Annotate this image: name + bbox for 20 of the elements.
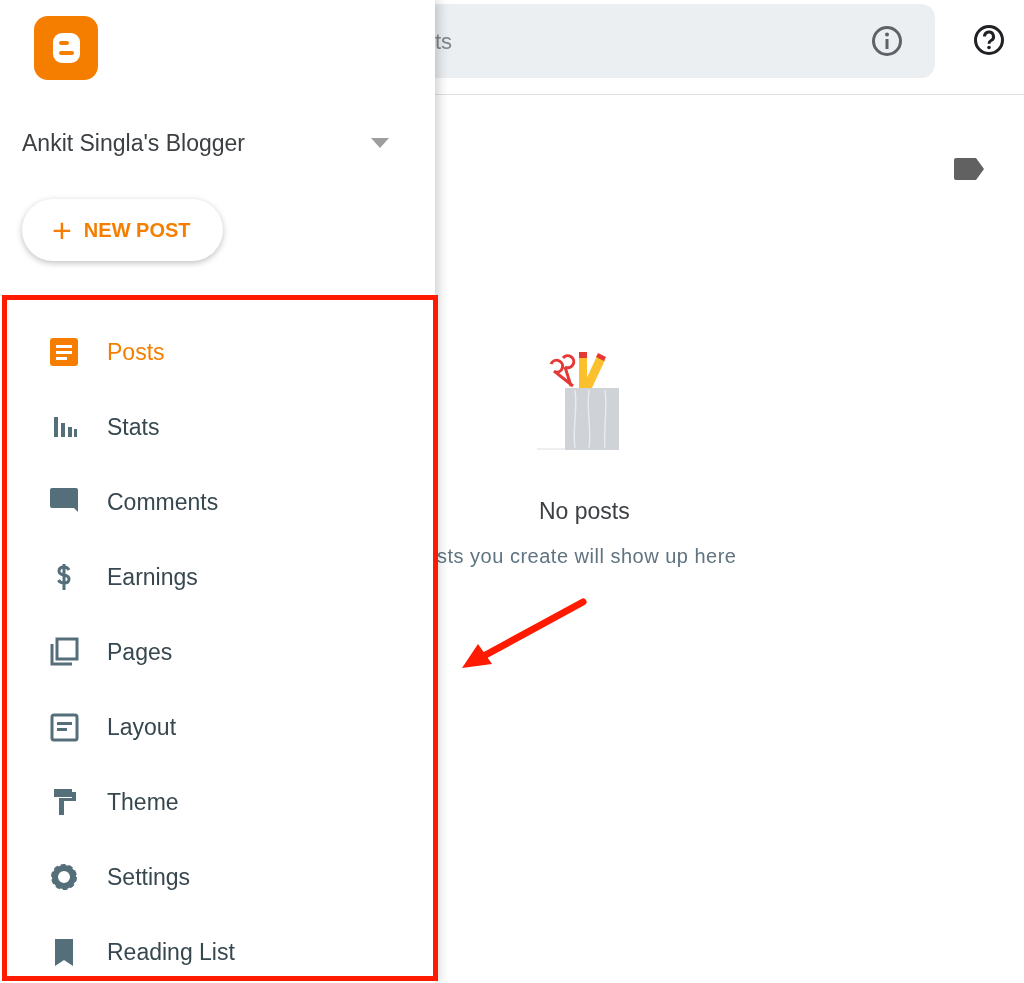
nav-item[interactable]: Earnings xyxy=(0,539,435,615)
stacked-pages-icon xyxy=(48,636,80,668)
empty-state-message: sts you create will show up here xyxy=(437,544,737,567)
empty-state-title: No posts xyxy=(539,498,630,524)
nav-item[interactable]: Reading List xyxy=(0,914,435,983)
layout-icon xyxy=(48,711,80,743)
label-icon[interactable] xyxy=(954,158,984,180)
nav-item[interactable]: Pages xyxy=(0,614,435,690)
blog-name: Ankit Singla's Blogger xyxy=(22,129,245,158)
info-icon[interactable] xyxy=(871,25,903,57)
nav-item[interactable]: Settings xyxy=(0,839,435,915)
document-icon xyxy=(48,336,80,368)
dropdown-caret-icon[interactable] xyxy=(371,138,389,149)
nav-item[interactable]: Comments xyxy=(0,464,435,540)
settings-icon xyxy=(48,861,80,893)
help-icon[interactable] xyxy=(973,24,1005,56)
nav-item[interactable]: Stats xyxy=(0,389,435,465)
nav-item[interactable]: Layout xyxy=(0,689,435,765)
blogger-logo-icon xyxy=(34,16,98,80)
nav-item[interactable]: Theme xyxy=(0,764,435,840)
